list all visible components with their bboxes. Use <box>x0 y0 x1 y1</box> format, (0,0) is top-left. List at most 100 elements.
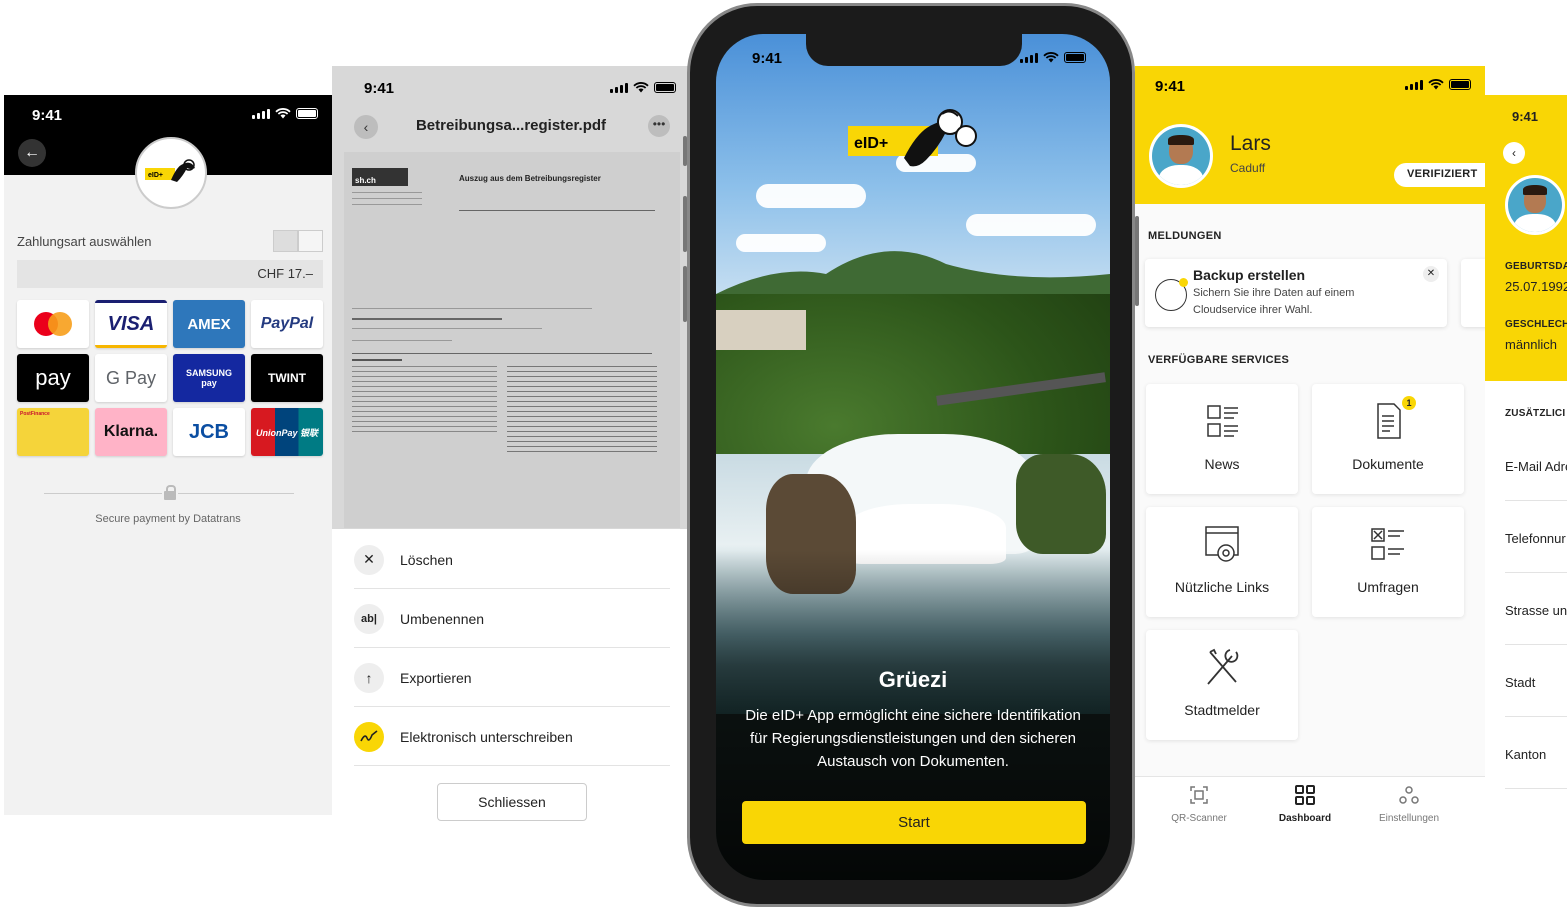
cloud <box>966 214 1096 236</box>
payment-samsung-pay[interactable]: SAMSUNG pay <box>173 354 245 402</box>
notification-text: Sichern Sie ihre Daten auf einem Cloudse… <box>1193 287 1355 316</box>
payment-mastercard[interactable] <box>17 300 89 348</box>
service-surveys[interactable]: Umfragen <box>1312 507 1464 617</box>
notification-card-next[interactable] <box>1461 259 1485 327</box>
avatar[interactable] <box>1149 124 1213 188</box>
payment-apple-pay[interactable]: pay <box>17 354 89 402</box>
status-time: 9:41 <box>32 107 63 124</box>
action-sheet: ✕ Löschen ab| Umbenennen ↑ Exportieren E… <box>332 529 690 846</box>
user-last-name: Caduff <box>1230 161 1266 175</box>
doc-logo: sh.ch <box>352 168 408 186</box>
payment-google-pay[interactable]: G Pay <box>95 354 167 402</box>
signal-icon <box>1020 53 1038 63</box>
cloud <box>756 184 866 208</box>
arrow-up-icon: ↑ <box>354 662 384 693</box>
action-sign[interactable]: Elektronisch unterschreiben <box>354 708 670 766</box>
payment-amex[interactable]: AMEX <box>173 300 245 348</box>
secure-payment-text: Secure payment by Datatrans <box>95 513 241 525</box>
signal-icon <box>610 83 628 93</box>
service-city-reporter[interactable]: Stadtmelder <box>1146 630 1298 740</box>
battery-icon <box>1064 52 1086 63</box>
list-view-icon[interactable] <box>298 230 323 252</box>
field-email[interactable]: E-Mail Adre <box>1505 429 1567 501</box>
payment-postfinance[interactable]: PostFinance <box>17 408 89 456</box>
more-options-button[interactable]: ••• <box>648 115 670 137</box>
signature-icon <box>354 721 384 752</box>
payment-unionpay[interactable]: UnionPay 银联 <box>251 408 323 456</box>
dashboard-icon <box>1295 785 1315 805</box>
start-button[interactable]: Start <box>742 801 1086 844</box>
field-city[interactable]: Stadt <box>1505 645 1567 717</box>
action-rename[interactable]: ab| Umbenennen <box>354 590 670 648</box>
signal-icon <box>252 109 270 119</box>
landscape-rock <box>1016 454 1106 554</box>
wifi-icon <box>1043 52 1059 63</box>
back-button[interactable]: ← <box>18 139 46 167</box>
status-bar: 9:41 <box>332 66 690 106</box>
status-time: 9:41 <box>364 80 395 97</box>
doc-line <box>352 308 592 309</box>
eid-logo-icon: eID+ <box>848 109 977 167</box>
jcb-label: JCB <box>188 420 229 443</box>
field-canton[interactable]: Kanton <box>1505 717 1567 789</box>
action-export[interactable]: ↑ Exportieren <box>354 649 670 707</box>
wifi-icon <box>1428 79 1444 90</box>
service-links[interactable]: Nützliche Links <box>1146 507 1298 617</box>
doc-paragraph <box>507 366 657 456</box>
doc-line <box>352 359 402 361</box>
wifi-icon <box>633 82 649 93</box>
field-phone[interactable]: Telefonnur <box>1505 501 1567 573</box>
settings-icon <box>1399 786 1419 804</box>
volume-up-button <box>683 196 687 252</box>
pdf-page: sh.ch Auszug aus dem Betreibungsregister <box>344 152 680 528</box>
tab-label: Dashboard <box>1278 813 1332 824</box>
view-toggle[interactable] <box>273 230 323 252</box>
profile-screen: 9:41 ‹ GEBURTSDA 25.07.1992 GESCHLECH mä… <box>1485 95 1567 815</box>
tab-dashboard[interactable]: Dashboard <box>1265 785 1345 824</box>
dismiss-icon[interactable]: ✕ <box>1423 266 1439 282</box>
tab-label: Einstellungen <box>1378 813 1440 824</box>
payment-methods-grid: VISA AMEX PayPal pay G Pay SAMSUNG pay T… <box>17 300 327 456</box>
status-bar: 9:41 <box>4 95 332 135</box>
status-time: 9:41 <box>752 50 783 67</box>
cloud-backup-icon <box>1155 278 1188 311</box>
tab-settings[interactable]: Einstellungen <box>1369 785 1449 824</box>
grid-view-icon[interactable] <box>273 230 298 252</box>
logo-text: eID+ <box>854 135 888 152</box>
field-street[interactable]: Strasse un <box>1505 573 1567 645</box>
news-icon <box>1207 405 1238 437</box>
link-icon <box>1205 526 1239 562</box>
close-button[interactable]: Schliessen <box>437 783 587 821</box>
extra-info-heading: ZUSÄTZLICI <box>1505 408 1566 419</box>
action-delete[interactable]: ✕ Löschen <box>354 531 670 589</box>
eid-logo-icon: eID+ <box>145 159 195 182</box>
payment-twint[interactable]: TWINT <box>251 354 323 402</box>
document-screen: 9:41 ‹ Betreibungsa...register.pdf ••• s… <box>332 66 690 846</box>
payment-paypal[interactable]: PayPal <box>251 300 323 348</box>
gender-value: männlich <box>1505 337 1558 352</box>
doc-line <box>459 210 655 211</box>
payment-screen: 9:41 ← eID+ Zahlungsart auswählen CHF 17… <box>4 95 332 815</box>
gender-label: GESCHLECH <box>1505 319 1567 330</box>
doc-paragraph <box>352 366 497 436</box>
power-button <box>1135 216 1139 306</box>
svg-text:eID+: eID+ <box>148 172 163 179</box>
survey-icon <box>1371 528 1404 560</box>
unionpay-label: UnionPay 银联 <box>255 427 318 438</box>
service-documents[interactable]: 1 Dokumente <box>1312 384 1464 494</box>
doc-line <box>352 328 542 329</box>
notification-title: Backup erstellen <box>1193 267 1306 283</box>
service-news[interactable]: News <box>1146 384 1298 494</box>
payment-klarna[interactable]: Klarna. <box>95 408 167 456</box>
payment-jcb[interactable]: JCB <box>173 408 245 456</box>
payment-visa[interactable]: VISA <box>95 300 167 348</box>
tab-qr-scanner[interactable]: QR-Scanner <box>1159 785 1239 824</box>
postfinance-label: PostFinance <box>20 411 50 417</box>
rename-icon: ab| <box>354 603 384 634</box>
status-icons <box>1405 79 1471 90</box>
notification-card[interactable]: Backup erstellen Sichern Sie ihre Daten … <box>1145 259 1447 327</box>
back-button[interactable]: ‹ <box>1503 142 1525 164</box>
mute-switch <box>683 136 687 166</box>
signal-icon <box>1405 80 1423 90</box>
action-label: Exportieren <box>400 669 472 686</box>
